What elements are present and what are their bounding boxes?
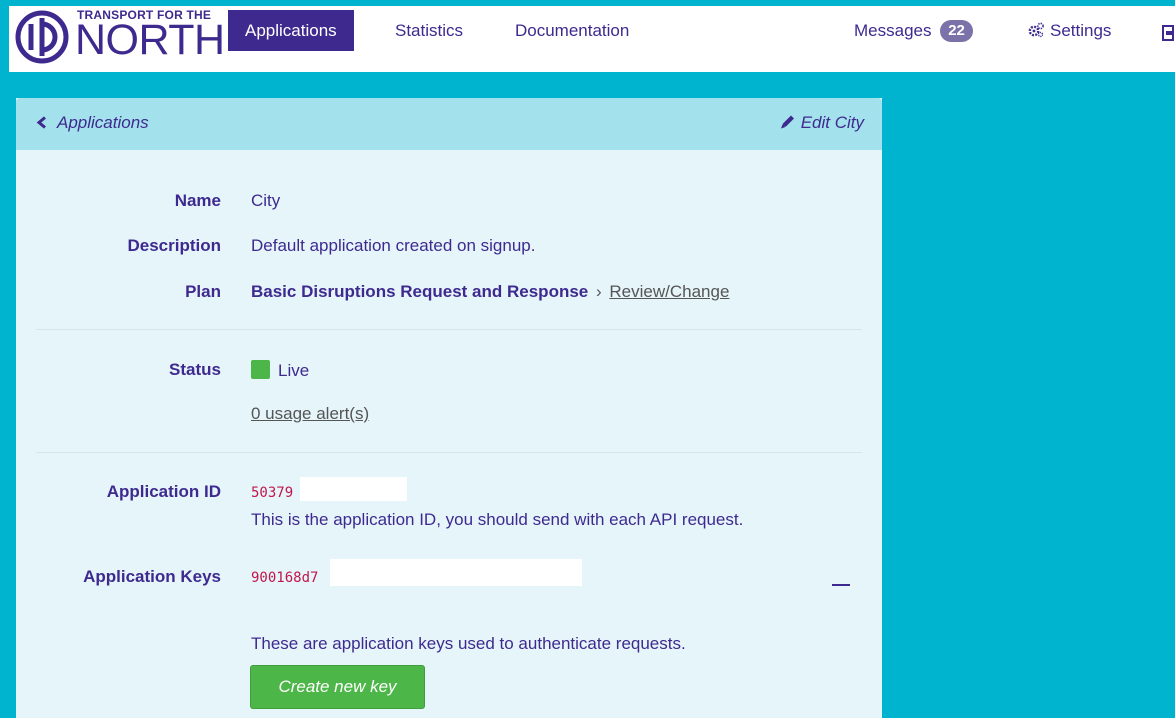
description-value: Default application created on signup.	[251, 236, 536, 255]
application-panel: Applications Edit City Name City Descrip…	[16, 98, 882, 718]
name-value: City	[251, 191, 281, 210]
create-new-key-button[interactable]: Create new key	[250, 665, 425, 709]
back-to-applications-link[interactable]: Applications	[36, 113, 149, 133]
chevron-left-icon	[36, 116, 46, 129]
section-divider	[36, 329, 862, 330]
status-indicator	[251, 360, 270, 379]
logo-mark-icon	[15, 10, 69, 64]
application-key-value: 900168d7	[251, 570, 319, 586]
back-label: Applications	[57, 113, 149, 132]
usage-alerts-link[interactable]: 0 usage alert(s)	[251, 404, 369, 424]
plan-row: Basic Disruptions Request and Response ›…	[251, 282, 729, 302]
status-value: Live	[278, 361, 310, 380]
plan-label: Plan	[185, 282, 221, 301]
application-keys-label: Application Keys	[83, 567, 221, 586]
name-label: Name	[174, 191, 221, 210]
top-navbar: TRANSPORT FOR THE NORTH Applications Sta…	[9, 0, 1175, 72]
nav-messages[interactable]: Messages 22	[854, 10, 973, 51]
review-change-plan-link[interactable]: Review/Change	[609, 282, 729, 301]
application-id-help: This is the application ID, you should s…	[251, 510, 744, 529]
description-label: Description	[127, 236, 221, 255]
edit-label: Edit City	[800, 113, 864, 132]
logout-icon[interactable]	[1162, 25, 1175, 41]
plan-name: Basic Disruptions Request and Response	[251, 282, 589, 301]
app-frame: TRANSPORT FOR THE NORTH Applications Sta…	[0, 0, 1175, 718]
gears-icon	[1028, 22, 1044, 38]
status-row: Live	[251, 360, 309, 381]
plan-separator: ›	[595, 282, 602, 301]
settings-label: Settings	[1050, 21, 1112, 40]
redaction-box	[300, 477, 407, 501]
nav-applications[interactable]: Applications	[228, 10, 354, 51]
brand-logo[interactable]: TRANSPORT FOR THE NORTH	[15, 8, 225, 68]
messages-count-badge: 22	[940, 20, 973, 42]
pencil-icon	[780, 115, 794, 129]
messages-label: Messages	[854, 21, 932, 40]
nav-statistics[interactable]: Statistics	[395, 10, 463, 51]
status-label: Status	[169, 360, 221, 379]
application-keys-help: These are application keys used to authe…	[251, 634, 686, 653]
collapse-keys-button[interactable]	[832, 584, 850, 586]
edit-application-link[interactable]: Edit City	[780, 113, 864, 133]
logo-wordmark: NORTH	[75, 16, 225, 64]
window-edge	[0, 0, 9, 712]
section-divider	[36, 452, 862, 453]
application-id-value: 50379	[251, 485, 294, 501]
redaction-box	[330, 559, 582, 586]
application-id-label: Application ID	[106, 482, 221, 501]
nav-settings[interactable]: Settings	[1028, 10, 1111, 51]
panel-header: Applications Edit City	[16, 98, 882, 150]
nav-documentation[interactable]: Documentation	[515, 10, 629, 51]
